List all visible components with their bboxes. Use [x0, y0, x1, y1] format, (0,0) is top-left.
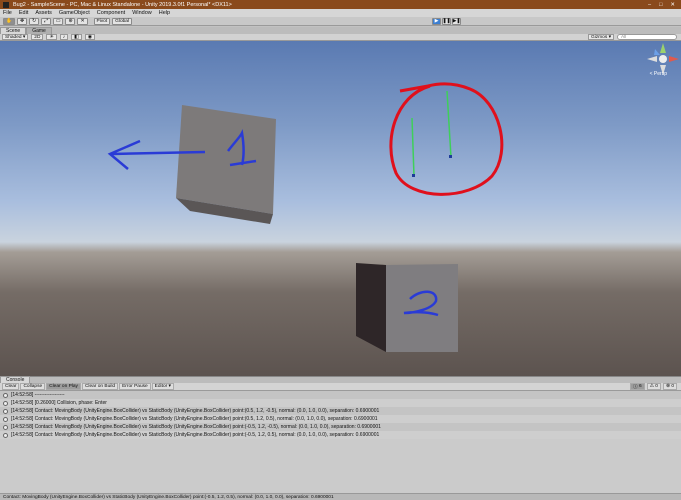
minimize-icon[interactable]: – — [648, 2, 651, 8]
info-icon — [3, 424, 8, 430]
rotate-tool-icon[interactable]: ↻ — [29, 17, 40, 25]
menu-assets[interactable]: Assets — [35, 10, 52, 16]
info-icon — [3, 432, 8, 438]
hand-tool-icon[interactable]: ✋ — [3, 17, 15, 25]
rect-tool-icon[interactable]: ▭ — [52, 17, 64, 25]
effects-dropdown-icon[interactable]: ◧ — [71, 34, 82, 40]
console-info-filter[interactable]: ⓘ 6 — [629, 383, 645, 390]
console-toolbar: Clear Collapse Clear on Play Clear on Bu… — [0, 383, 681, 391]
hidden-objects-icon[interactable]: ◉ — [84, 34, 95, 40]
step-button[interactable]: ▶❚ — [452, 18, 461, 25]
lighting-toggle-icon[interactable]: ☀ — [46, 34, 57, 40]
console-error-filter[interactable]: ⊗ 0 — [662, 383, 677, 390]
tab-game[interactable]: Game — [26, 27, 52, 34]
log-row-text: [14:52:58] Contact: MovingBody (UnityEng… — [11, 408, 380, 414]
title-bar: Bug2 - SampleScene - PC, Mac & Linux Sta… — [0, 0, 681, 9]
status-text: Contact: MovingBody (UnityEngine.BoxColl… — [3, 494, 334, 500]
menu-file[interactable]: File — [3, 10, 12, 16]
cube-2-side[interactable] — [356, 263, 386, 352]
log-row[interactable]: [14:52:58] Contact: MovingBody (UnityEng… — [0, 431, 681, 439]
console-clear-on-build-label: Clear on Build — [84, 384, 116, 389]
console-error-pause-label: Error Pause — [122, 384, 148, 389]
move-tool-icon[interactable]: ✥ — [16, 17, 28, 25]
console-tabs: Console — [0, 376, 681, 383]
scene-search-input[interactable]: All — [617, 34, 677, 40]
tab-scene[interactable]: Scene — [0, 27, 27, 34]
scene-toolbar: Shaded ▾ 2D ☀ ♪ ◧ ◉ Gizmos ▾ All — [0, 34, 681, 41]
console-warning-filter[interactable]: ⚠ 0 — [646, 383, 661, 390]
transform-tool-icon[interactable]: ⊕ — [65, 17, 76, 25]
pivot-toggle[interactable]: Pivot — [93, 17, 111, 25]
log-row[interactable]: [14:52:58] Contact: MovingBody (UnityEng… — [0, 415, 681, 423]
scene-canvas — [107, 43, 679, 352]
play-button[interactable]: ▶ — [432, 18, 441, 25]
collider-point-right — [449, 155, 452, 158]
console-collapse-button[interactable]: Collapse — [20, 383, 46, 390]
info-icon — [3, 400, 8, 406]
cube-1-front[interactable] — [176, 105, 276, 214]
console-clear-button[interactable]: Clear — [2, 383, 20, 390]
cube-2-front[interactable] — [386, 264, 458, 352]
red-circle-annotation — [389, 82, 504, 196]
console-info-count: 6 — [638, 384, 642, 389]
menu-gameobject[interactable]: GameObject — [59, 10, 90, 16]
console-clear-on-play-button[interactable]: Clear on Play — [46, 383, 81, 390]
2d-toggle[interactable]: 2D — [31, 34, 44, 40]
menu-help[interactable]: Help — [159, 10, 170, 16]
log-row[interactable]: [14:52:58] ------------------ — [0, 391, 681, 399]
window-title: Bug2 - SampleScene - PC, Mac & Linux Sta… — [13, 1, 232, 8]
log-row-text: [14:52:58] Contact: MovingBody (UnityEng… — [11, 432, 380, 438]
info-icon — [3, 416, 8, 422]
scene-search-placeholder: All — [621, 34, 627, 40]
tab-console[interactable]: Console — [0, 376, 31, 383]
custom-tool-icon[interactable]: ✕ — [77, 17, 88, 25]
persp-label[interactable]: < Persp — [650, 71, 667, 77]
collider-line-right — [446, 90, 452, 158]
console-clear-label: Clear — [5, 384, 17, 389]
console-warning-count: 0 — [655, 384, 658, 389]
maximize-icon[interactable]: □ — [659, 2, 662, 8]
log-row-text: [14:52:58] ------------------ — [11, 392, 65, 398]
audio-toggle-icon[interactable]: ♪ — [59, 34, 69, 40]
console-editor-dropdown[interactable]: Editor ▾ — [151, 383, 174, 390]
global-label: Global — [115, 18, 130, 24]
pause-button[interactable]: ❚❚ — [442, 18, 451, 25]
unity-logo-icon — [3, 1, 9, 8]
console-editor-label: Editor ▾ — [154, 384, 171, 389]
scale-tool-icon[interactable]: ⤢ — [41, 17, 51, 25]
log-row-text: [14:52:58] [0.26000] Collision, phase: E… — [11, 400, 107, 406]
log-row[interactable]: [14:52:58] Contact: MovingBody (UnityEng… — [0, 423, 681, 431]
console-error-count: 0 — [671, 384, 674, 389]
play-controls: ▶ ❚❚ ▶❚ — [432, 18, 461, 25]
gizmos-label: Gizmos — [590, 34, 608, 40]
log-row[interactable]: [14:52:58] Contact: MovingBody (UnityEng… — [0, 407, 681, 415]
view-tabs: Scene Game — [0, 27, 681, 34]
scene-view[interactable]: < Persp — [0, 41, 681, 376]
global-toggle[interactable]: Global — [112, 17, 133, 25]
pivot-label: Pivot — [96, 18, 108, 24]
console-collapse-label: Collapse — [23, 384, 43, 389]
info-icon — [3, 392, 8, 398]
console-clear-on-build-button[interactable]: Clear on Build — [81, 383, 119, 390]
log-row-text: [14:52:58] Contact: MovingBody (UnityEng… — [11, 424, 381, 430]
shading-mode-value: Shaded — [5, 34, 22, 40]
log-row[interactable]: [14:52:58] [0.26000] Collision, phase: E… — [0, 399, 681, 407]
info-icon — [3, 408, 8, 414]
menu-bar: File Edit Assets GameObject Component Wi… — [0, 9, 681, 17]
collider-line-left — [411, 117, 415, 177]
log-row-text: [14:52:58] Contact: MovingBody (UnityEng… — [11, 416, 378, 422]
menu-component[interactable]: Component — [97, 10, 125, 16]
menu-edit[interactable]: Edit — [19, 10, 28, 16]
close-icon[interactable]: ✕ — [670, 2, 675, 8]
status-bar[interactable]: Contact: MovingBody (UnityEngine.BoxColl… — [0, 493, 681, 500]
console-clear-on-play-label: Clear on Play — [49, 384, 78, 389]
menu-window[interactable]: Window — [132, 10, 152, 16]
shading-mode-dropdown[interactable]: Shaded ▾ — [2, 34, 29, 40]
main-toolbar: ✋ ✥ ↻ ⤢ ▭ ⊕ ✕ Pivot Global — [0, 17, 681, 26]
console-error-pause-button[interactable]: Error Pause — [119, 383, 151, 390]
collider-point-left — [412, 174, 415, 177]
gizmos-dropdown[interactable]: Gizmos ▾ — [587, 34, 614, 40]
2d-label: 2D — [34, 34, 41, 40]
console-log-list[interactable]: [14:52:58] ------------------ [14:52:58]… — [0, 391, 681, 493]
